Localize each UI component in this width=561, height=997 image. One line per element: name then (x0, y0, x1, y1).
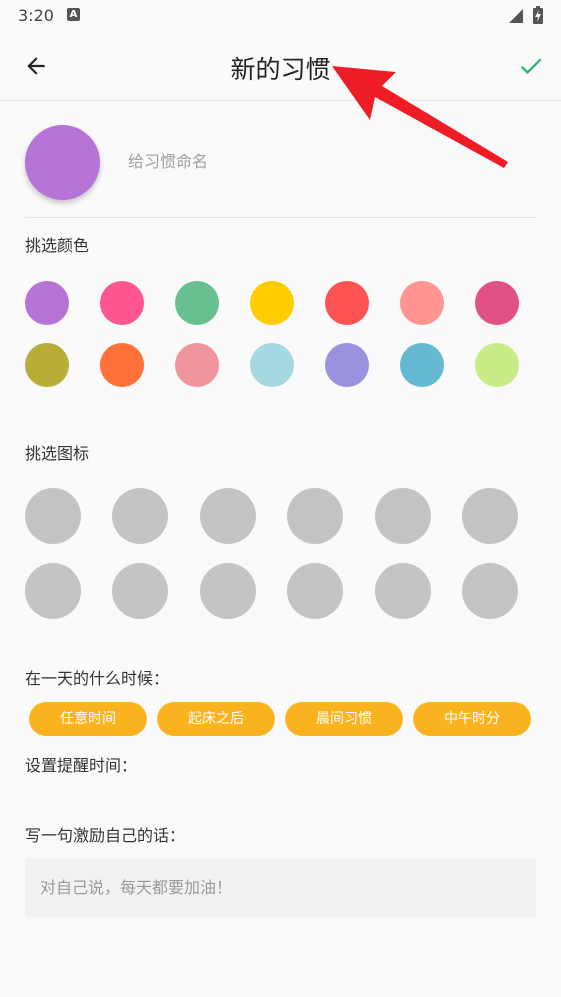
icon-option[interactable] (112, 488, 169, 544)
color-swatch[interactable] (475, 281, 519, 325)
icon-option[interactable] (374, 488, 431, 544)
motto-label: 写一句激励自己的话： (25, 826, 186, 845)
habit-name-input[interactable] (128, 142, 508, 180)
color-swatch[interactable] (100, 281, 144, 325)
color-swatch[interactable] (400, 343, 444, 387)
icon-option[interactable] (25, 488, 81, 544)
color-swatch[interactable] (475, 343, 519, 387)
icon-section-label: 挑选图标 (25, 444, 90, 463)
check-icon (520, 58, 542, 75)
time-section-label: 在一天的什么时候： (25, 669, 170, 688)
color-swatch[interactable] (250, 281, 294, 325)
icon-option[interactable] (287, 488, 344, 544)
status-time: 3:20 (18, 6, 54, 25)
color-swatch[interactable] (25, 281, 69, 325)
notification-a-icon: A (67, 8, 80, 21)
battery-charging-icon (533, 6, 543, 24)
color-section-label: 挑选颜色 (25, 236, 90, 255)
divider (25, 217, 536, 218)
time-chip-after-waking[interactable]: 起床之后 (157, 702, 275, 736)
icon-option[interactable] (199, 563, 256, 619)
icon-option[interactable] (287, 563, 344, 619)
color-swatch[interactable] (250, 343, 294, 387)
signal-icon (509, 9, 523, 23)
icon-option[interactable] (199, 488, 256, 544)
color-swatch[interactable] (325, 281, 369, 325)
reminder-label[interactable]: 设置提醒时间： (25, 752, 137, 776)
icon-option[interactable] (462, 488, 518, 544)
icon-option[interactable] (112, 563, 169, 619)
icon-option[interactable] (462, 563, 518, 619)
color-swatch[interactable] (25, 343, 69, 387)
color-swatch[interactable] (175, 343, 219, 387)
habit-avatar[interactable] (25, 125, 100, 200)
icon-option[interactable] (374, 563, 431, 619)
motto-input[interactable] (25, 858, 536, 917)
time-chip-noon[interactable]: 中午时分 (413, 702, 531, 736)
color-swatch[interactable] (400, 281, 444, 325)
time-chip-anytime[interactable]: 任意时间 (29, 702, 147, 736)
color-swatch[interactable] (325, 343, 369, 387)
motto-box (25, 858, 536, 917)
confirm-button[interactable] (515, 50, 547, 82)
status-bar: 3:20 A (0, 0, 561, 32)
color-swatch[interactable] (175, 281, 219, 325)
icon-option[interactable] (25, 563, 81, 619)
color-swatch[interactable] (100, 343, 144, 387)
time-chip-morning[interactable]: 晨间习惯 (285, 702, 403, 736)
